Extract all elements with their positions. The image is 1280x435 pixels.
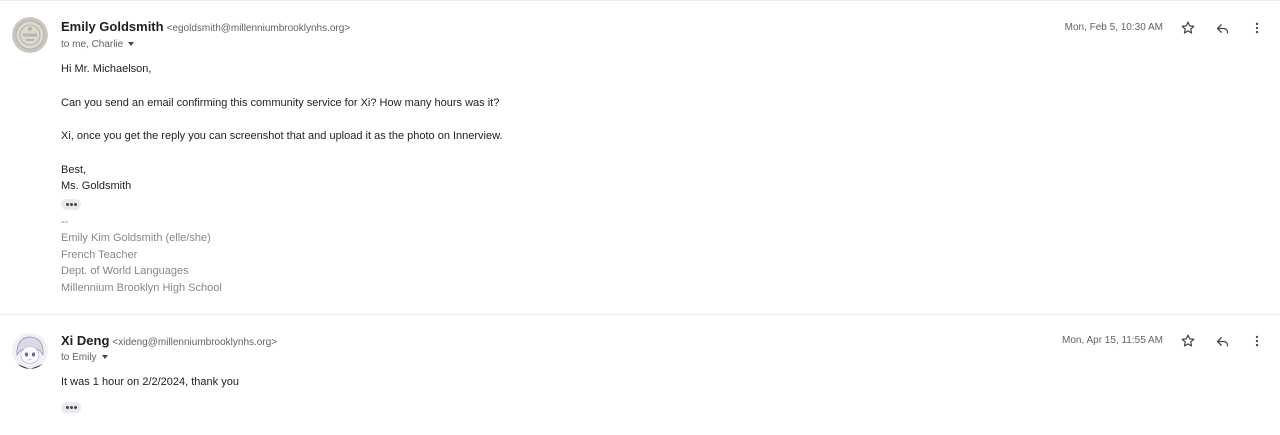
- more-options-button[interactable]: [1247, 18, 1267, 38]
- sender-line: Xi Deng <xideng@millenniumbrooklynhs.org>: [61, 333, 277, 351]
- sender-avatar[interactable]: [12, 17, 48, 53]
- message-body: Hi Mr. Michaelson, Can you send an email…: [61, 61, 503, 296]
- sender-email: <xideng@millenniumbrooklynhs.org>: [112, 337, 278, 348]
- school-seal-icon: [12, 17, 48, 53]
- recipients-text: to Emily: [61, 352, 97, 363]
- signature-title: French Teacher: [61, 248, 138, 261]
- more-options-button[interactable]: [1247, 331, 1267, 351]
- signoff-text: Ms. Goldsmith: [61, 180, 132, 192]
- body-line-2: Xi, once you get the reply you can scree…: [61, 130, 503, 142]
- body-line-1: Can you send an email confirming this co…: [61, 96, 500, 109]
- reply-arrow-icon: [1216, 23, 1228, 33]
- sender-name[interactable]: Emily Goldsmith: [61, 19, 164, 34]
- body-line-1: It was 1 hour on 2/2/2024, thank you: [61, 376, 239, 388]
- message-date: Mon, Apr 15, 11:55 AM: [1062, 335, 1163, 346]
- reply-button[interactable]: [1212, 18, 1232, 38]
- show-trimmed-content-button[interactable]: [61, 401, 81, 413]
- signature-name: Emily Kim Goldsmith (elle/she): [61, 232, 211, 244]
- message-body: It was 1 hour on 2/2/2024, thank you: [61, 374, 239, 413]
- star-button[interactable]: [1178, 331, 1198, 351]
- signature-dept: Dept. of World Languages: [61, 265, 189, 277]
- vertical-dots-icon: [1255, 335, 1259, 347]
- signature-school: Millennium Brooklyn High School: [61, 281, 222, 294]
- caret-down-icon: [128, 42, 135, 46]
- vertical-dots-icon: [1255, 22, 1259, 34]
- sender-name[interactable]: Xi Deng: [61, 333, 109, 348]
- signature-separator: --: [61, 215, 69, 228]
- star-outline-icon: [1181, 334, 1195, 347]
- anime-avatar-icon: [12, 333, 48, 369]
- recipients-text: to me, Charlie: [61, 39, 124, 50]
- caret-down-icon: [101, 355, 108, 359]
- message-date: Mon, Feb 5, 10:30 AM: [1064, 22, 1163, 33]
- star-button[interactable]: [1178, 18, 1198, 38]
- reply-button[interactable]: [1212, 331, 1232, 351]
- star-outline-icon: [1181, 21, 1195, 34]
- recipients-dropdown[interactable]: to me, Charlie: [61, 39, 135, 51]
- closing-text: Best,: [61, 163, 87, 176]
- email-message-1: Emily Goldsmith <egoldsmith@millenniumbro…: [0, 0, 1280, 314]
- reply-arrow-icon: [1216, 336, 1228, 346]
- sender-line: Emily Goldsmith <egoldsmith@millenniumbro…: [61, 19, 350, 37]
- greeting-text: Hi Mr. Michaelson,: [61, 63, 152, 75]
- email-message-2: Xi Deng <xideng@millenniumbrooklynhs.org>…: [0, 315, 1280, 435]
- sender-email: <egoldsmith@millenniumbrooklynhs.org>: [166, 23, 351, 34]
- sender-avatar[interactable]: [12, 333, 48, 369]
- show-trimmed-content-button[interactable]: [61, 198, 81, 210]
- recipients-dropdown[interactable]: to Emily: [61, 352, 108, 364]
